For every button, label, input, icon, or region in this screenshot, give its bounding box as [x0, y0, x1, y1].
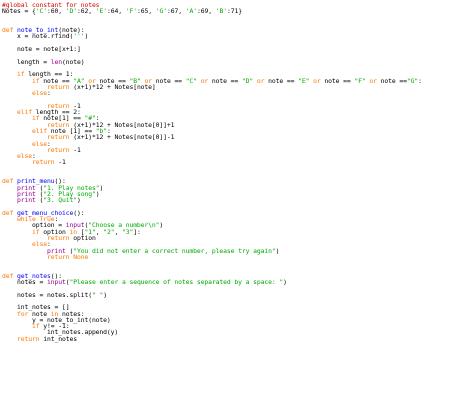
code-token: ]:: [133, 227, 141, 236]
keyword-token: return: [17, 334, 40, 343]
code-token: ): [76, 196, 81, 205]
code-token: x = note.rfind(: [2, 32, 74, 41]
string-token: ''': [73, 32, 85, 41]
code-token: ): [84, 32, 89, 41]
code-token: ():: [73, 208, 85, 217]
code-token: (x+1)*12 + Notes[note[0]]-1: [69, 133, 175, 142]
string-token: "C": [185, 76, 197, 85]
string-token: 'A': [185, 7, 197, 16]
code-token: :62,: [76, 7, 96, 16]
string-token: "G": [406, 76, 419, 85]
string-token: "2": [103, 227, 115, 236]
keyword-token: return: [46, 145, 70, 154]
string-token: 'B': [215, 7, 227, 16]
code-editor[interactable]: #global constant for notes Notes = {'C':6…: [0, 0, 474, 416]
code-token: :: [46, 89, 51, 98]
builtin-token: print: [17, 196, 36, 205]
code-token: ): [95, 189, 100, 198]
string-token: "Please enter a sequence of notes separa…: [69, 278, 284, 287]
code-token: (x+1)*12 + Notes[note]: [69, 82, 156, 91]
keyword-token: return: [31, 158, 55, 167]
code-token: note ==: [264, 76, 299, 85]
code-token: ): [275, 246, 280, 255]
code-token: note ==: [151, 76, 186, 85]
code-token: ): [103, 290, 107, 299]
code-token: ,: [114, 227, 122, 236]
keyword-token: return: [46, 252, 70, 261]
builtin-token: len: [50, 57, 62, 66]
code-token: :69,: [196, 7, 216, 16]
code-token: -1: [69, 145, 81, 154]
code-token: option: [69, 233, 96, 242]
code-token: ): [99, 183, 104, 192]
string-token: "D": [241, 76, 254, 85]
code-token: (note): [61, 57, 85, 66]
string-token: "You did not enter a correct number, ple…: [73, 246, 276, 255]
code-token: note = note[x+1:]: [2, 45, 81, 54]
string-token: "3. Quit": [43, 196, 77, 205]
string-token: 'G': [155, 7, 167, 16]
string-token: 'F': [125, 7, 137, 16]
string-token: "3": [121, 227, 134, 236]
string-token: "F": [354, 76, 366, 85]
code-token: :65,: [136, 7, 156, 16]
code-token: Notes = {: [2, 7, 36, 16]
string-token: " ": [91, 290, 104, 299]
code-token: length =: [2, 57, 51, 66]
keyword-token: else: [31, 89, 47, 98]
code-token: note ==: [320, 76, 355, 85]
builtin-token: input: [46, 278, 66, 287]
code-token: -1: [54, 158, 66, 167]
keyword-token: or: [369, 76, 377, 85]
code-token: ): [159, 221, 164, 230]
code-token: :64,: [106, 7, 126, 16]
keyword-token: or: [313, 76, 321, 85]
code-token: notes =: [2, 278, 47, 287]
code-token: ): [283, 278, 287, 287]
code-token: :71}: [226, 7, 242, 16]
string-token: 'D': [65, 7, 77, 16]
string-token: "E": [298, 76, 310, 85]
code-token: note ==: [376, 76, 407, 85]
keyword-token: None: [73, 252, 89, 261]
code-token: :67,: [166, 7, 186, 16]
code-token: int_notes: [39, 334, 77, 343]
code-text-area[interactable]: #global constant for notes Notes = {'C':6…: [2, 2, 474, 342]
code-token: notes = notes.split(: [2, 290, 92, 299]
code-line[interactable]: return int_notes: [2, 336, 474, 342]
code-token: :60,: [46, 7, 66, 16]
code-token: note ==: [208, 76, 242, 85]
string-token: 'E': [95, 7, 107, 16]
string-token: 'C': [35, 7, 47, 16]
code-token: :: [418, 76, 422, 85]
